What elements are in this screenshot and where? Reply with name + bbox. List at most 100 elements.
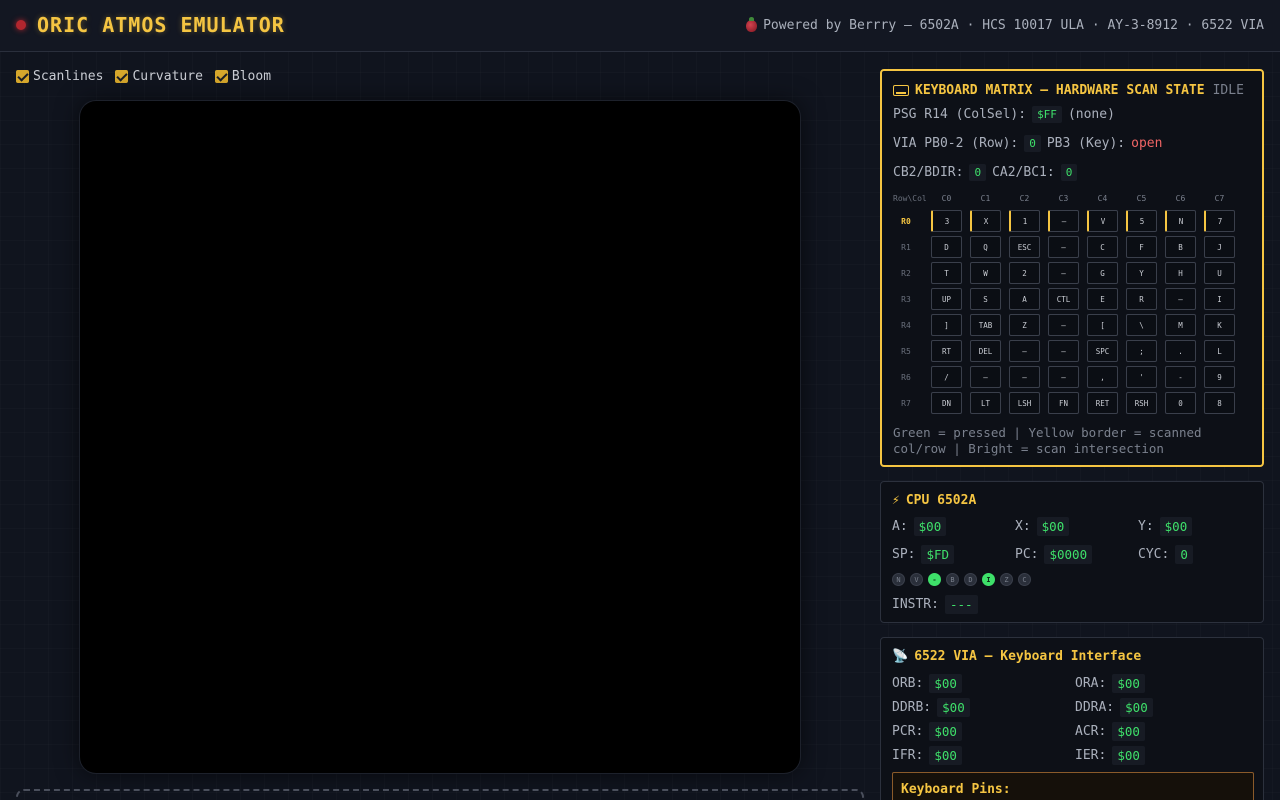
powered-by-text: Powered by Berrry — 6502A · HCS 10017 UL…	[763, 18, 1264, 33]
matrix-key-cell[interactable]: 0	[1165, 392, 1196, 414]
matrix-key-cell[interactable]: 1	[1009, 210, 1040, 232]
powered-by: Powered by Berrry — 6502A · HCS 10017 UL…	[746, 16, 1264, 33]
matrix-key-cell[interactable]: H	[1165, 262, 1196, 284]
matrix-key-cell[interactable]: —	[1048, 262, 1079, 284]
matrix-key-cell[interactable]: S	[970, 288, 1001, 310]
matrix-key-cell[interactable]: 5	[1126, 210, 1157, 232]
matrix-key-cell[interactable]: ESC	[1009, 236, 1040, 258]
reg-value: $0000	[1044, 545, 1093, 564]
via-panel: 📡 6522 VIA — Keyboard Interface ORB: $00…	[880, 637, 1264, 800]
cpu-panel-title: ⚡ CPU 6502A	[892, 493, 976, 508]
matrix-key-cell[interactable]: W	[970, 262, 1001, 284]
reg-label: ORB:	[892, 676, 924, 691]
reg-value: $00	[1120, 698, 1153, 717]
matrix-key-cell[interactable]: ,	[1087, 366, 1118, 388]
scanlines-checkbox[interactable]	[16, 70, 29, 83]
reg-label: CYC:	[1138, 547, 1170, 562]
curvature-checkbox[interactable]	[115, 70, 129, 83]
reg-value: $00	[929, 674, 962, 693]
matrix-key-cell[interactable]: 7	[1204, 210, 1235, 232]
matrix-key-cell[interactable]: [	[1087, 314, 1118, 336]
matrix-key-cell[interactable]: .	[1165, 340, 1196, 362]
via-title-text: 6522 VIA — Keyboard Interface	[914, 649, 1142, 664]
matrix-key-cell[interactable]: -	[1165, 366, 1196, 388]
matrix-key-cell[interactable]: M	[1165, 314, 1196, 336]
matrix-key-cell[interactable]: UP	[931, 288, 962, 310]
matrix-key-cell[interactable]: K	[1204, 314, 1235, 336]
reg-label: DDRB:	[892, 700, 932, 715]
bloom-checkbox[interactable]	[214, 70, 228, 83]
reg-label: ACR:	[1075, 724, 1107, 739]
matrix-key-cell[interactable]: —	[1048, 340, 1079, 362]
matrix-key-cell[interactable]: '	[1126, 366, 1157, 388]
instr-value: ---	[944, 595, 978, 614]
matrix-key-cell[interactable]: B	[1165, 236, 1196, 258]
matrix-key-cell[interactable]: D	[931, 236, 962, 258]
status-flags: NV-BDIZC	[892, 573, 1031, 586]
toggle-scanlines[interactable]: Scanlines	[16, 69, 103, 84]
matrix-key-cell[interactable]: ;	[1126, 340, 1157, 362]
matrix-key-cell[interactable]: SPC	[1087, 340, 1118, 362]
matrix-key-cell[interactable]: U	[1204, 262, 1235, 284]
matrix-key-cell[interactable]: RET	[1087, 392, 1118, 414]
matrix-key-cell[interactable]: Z	[1009, 314, 1040, 336]
toggle-bloom[interactable]: Bloom	[214, 69, 271, 84]
matrix-key-cell[interactable]: RT	[931, 340, 962, 362]
file-drop-zone[interactable]	[16, 789, 864, 800]
matrix-key-cell[interactable]: —	[1165, 288, 1196, 310]
matrix-key-cell[interactable]: ]	[931, 314, 962, 336]
reg-value: 0	[1175, 545, 1193, 564]
matrix-key-cell[interactable]: N	[1165, 210, 1196, 232]
matrix-key-cell[interactable]: /	[931, 366, 962, 388]
matrix-key-cell[interactable]: F	[1126, 236, 1157, 258]
matrix-key-cell[interactable]: Q	[970, 236, 1001, 258]
matrix-key-cell[interactable]: 9	[1204, 366, 1235, 388]
matrix-key-cell[interactable]: —	[1048, 236, 1079, 258]
lightning-icon: ⚡	[892, 493, 900, 508]
matrix-key-cell[interactable]: —	[1009, 340, 1040, 362]
matrix-key-cell[interactable]: —	[1048, 210, 1079, 232]
matrix-key-cell[interactable]: 8	[1204, 392, 1235, 414]
matrix-key-cell[interactable]: V	[1087, 210, 1118, 232]
matrix-key-cell[interactable]: 2	[1009, 262, 1040, 284]
matrix-key-cell[interactable]: 3	[931, 210, 962, 232]
matrix-key-cell[interactable]: A	[1009, 288, 1040, 310]
matrix-key-cell[interactable]: C	[1087, 236, 1118, 258]
emulator-screen[interactable]	[80, 101, 800, 773]
matrix-key-cell[interactable]: LSH	[1009, 392, 1040, 414]
ca2-label: CA2/BC1:	[992, 165, 1055, 180]
matrix-key-cell[interactable]: CTL	[1048, 288, 1079, 310]
reg-value: $FD	[921, 545, 955, 564]
matrix-key-cell[interactable]: \	[1126, 314, 1157, 336]
matrix-key-cell[interactable]: DN	[931, 392, 962, 414]
toggle-curvature[interactable]: Curvature	[115, 69, 203, 84]
matrix-key-cell[interactable]: —	[1048, 366, 1079, 388]
psg-value: $FF	[1032, 106, 1062, 123]
matrix-key-cell[interactable]: I	[1204, 288, 1235, 310]
matrix-key-cell[interactable]: —	[970, 366, 1001, 388]
matrix-key-cell[interactable]: RSH	[1126, 392, 1157, 414]
matrix-key-cell[interactable]: J	[1204, 236, 1235, 258]
matrix-col-header: C1	[980, 194, 991, 203]
matrix-key-cell[interactable]: L	[1204, 340, 1235, 362]
matrix-key-cell[interactable]: —	[1048, 314, 1079, 336]
matrix-key-cell[interactable]: R	[1126, 288, 1157, 310]
matrix-key-cell[interactable]: —	[1009, 366, 1040, 388]
via-reg-ier: IER: $00	[1075, 746, 1145, 765]
matrix-legend: Green = pressed | Yellow border = scanne…	[893, 425, 1202, 456]
pb3-label: PB3 (Key):	[1046, 136, 1126, 151]
matrix-key-cell[interactable]: LT	[970, 392, 1001, 414]
matrix-key-cell[interactable]: FN	[1048, 392, 1079, 414]
flag-indicator: I	[982, 573, 995, 586]
matrix-key-cell[interactable]: E	[1087, 288, 1118, 310]
reg-label: SP:	[892, 547, 916, 562]
matrix-key-cell[interactable]: T	[931, 262, 962, 284]
matrix-col-header: C5	[1136, 194, 1147, 203]
matrix-key-cell[interactable]: G	[1087, 262, 1118, 284]
matrix-key-cell[interactable]: Y	[1126, 262, 1157, 284]
matrix-key-cell[interactable]: X	[970, 210, 1001, 232]
matrix-col-header: C7	[1214, 194, 1225, 203]
via-reg-ddra: DDRA: $00	[1075, 698, 1153, 717]
matrix-key-cell[interactable]: TAB	[970, 314, 1001, 336]
matrix-key-cell[interactable]: DEL	[970, 340, 1001, 362]
